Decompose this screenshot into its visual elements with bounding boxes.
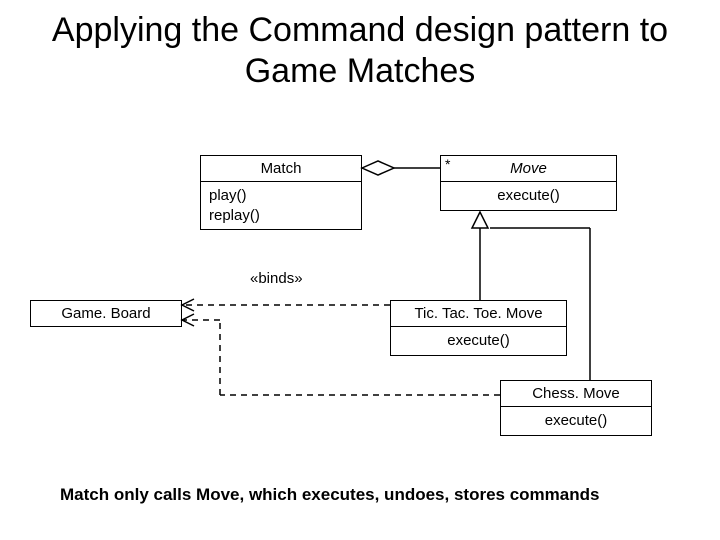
class-tictactoemove-ops: execute() xyxy=(391,327,566,355)
class-tictactoemove-name: Tic. Tac. Toe. Move xyxy=(391,301,566,327)
class-move-ops: execute() xyxy=(441,182,616,210)
generalization-tictactoe-move xyxy=(472,212,488,300)
class-match-name: Match xyxy=(201,156,361,182)
class-chessmove: Chess. Move execute() xyxy=(500,380,652,436)
diamond-icon xyxy=(362,161,394,175)
class-gameboard: Game. Board xyxy=(30,300,182,327)
page-title: Applying the Command design pattern to G… xyxy=(0,0,720,92)
open-arrow-left-icon xyxy=(182,299,194,311)
class-move-name: Move xyxy=(441,156,616,182)
class-chessmove-ops: execute() xyxy=(501,407,651,435)
class-tictactoemove: Tic. Tac. Toe. Move execute() xyxy=(390,300,567,356)
aggregation-match-move xyxy=(362,161,440,175)
binds-label: «binds» xyxy=(250,270,303,287)
caption-text: Match only calls Move, which executes, u… xyxy=(60,485,599,505)
class-move: Move execute() xyxy=(440,155,617,211)
class-match-ops: play() replay() xyxy=(201,182,361,229)
class-chessmove-name: Chess. Move xyxy=(501,381,651,407)
open-arrow-left-icon xyxy=(182,314,194,326)
multiplicity-label: * xyxy=(445,156,450,172)
class-match: Match play() replay() xyxy=(200,155,362,230)
binds-gameboard-tictactoe xyxy=(182,299,390,311)
triangle-up-icon xyxy=(472,212,488,228)
class-gameboard-name: Game. Board xyxy=(31,301,181,326)
